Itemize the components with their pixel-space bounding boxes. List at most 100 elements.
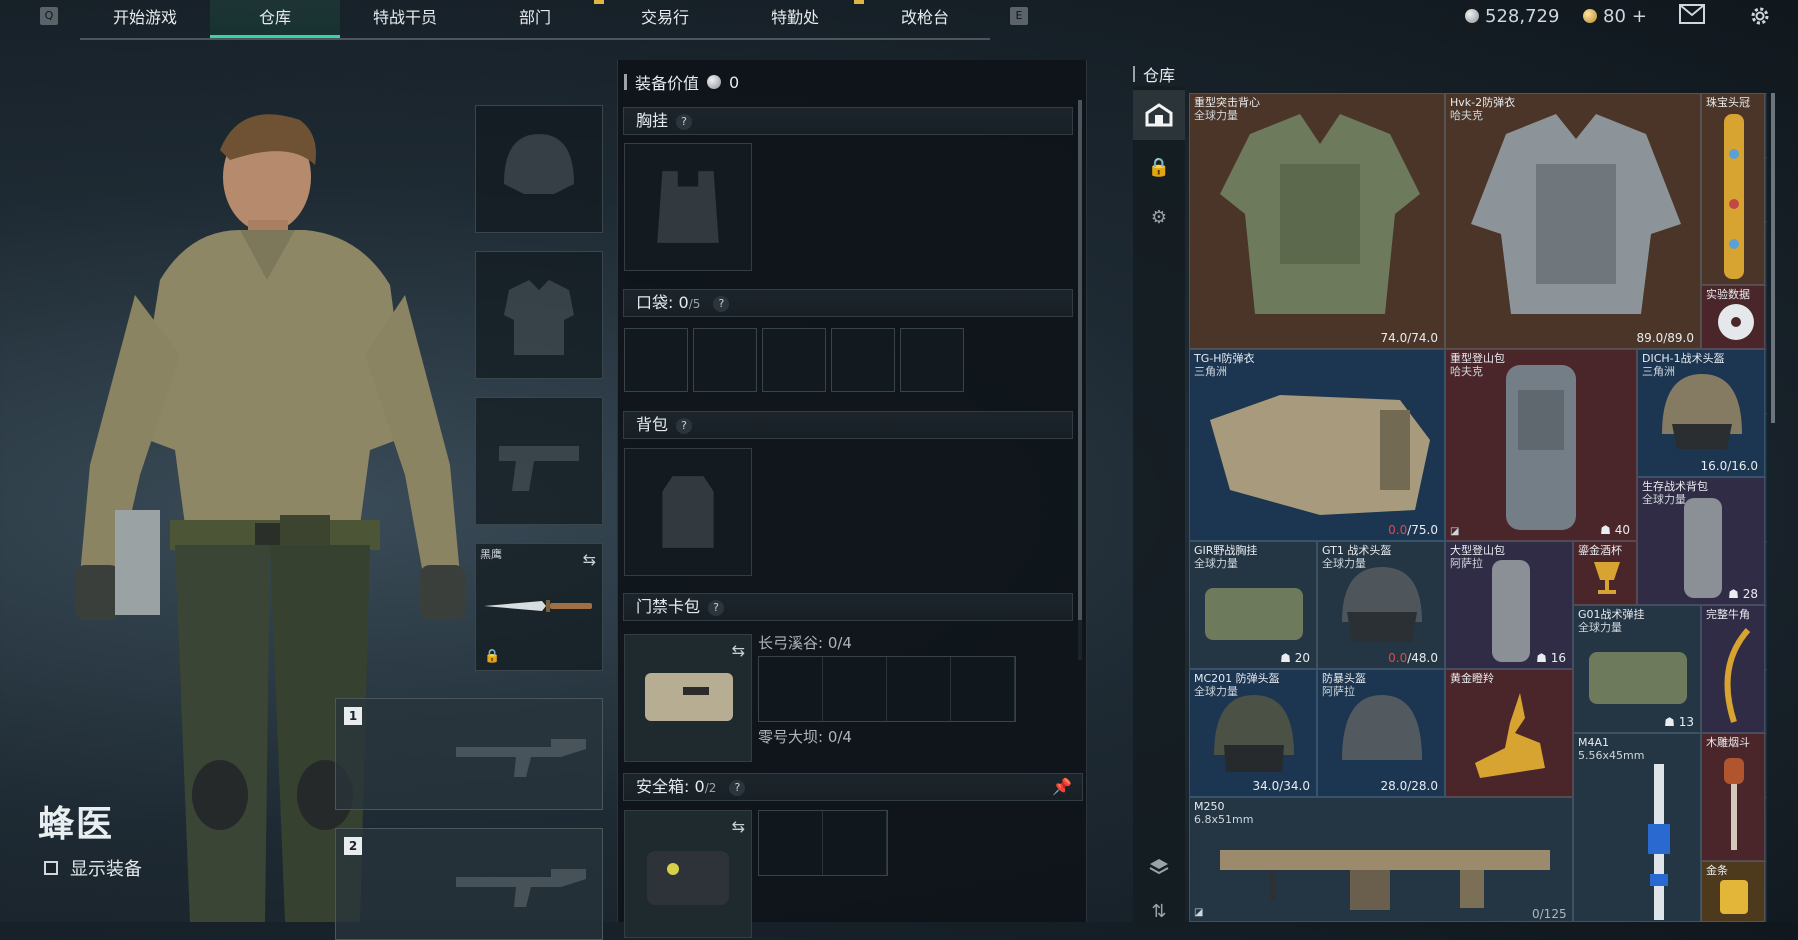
tab-label: 特勤处 [770,8,819,27]
pockets-label: 口袋: [636,293,674,312]
tab-label: 改枪台 [900,8,949,27]
horn-icon [1724,628,1751,723]
stash-item[interactable]: 珠宝头冠 [1701,93,1765,285]
backpack-slot[interactable] [624,448,752,576]
operator-name: 蜂医 [38,804,115,845]
gold-coin-icon [1583,9,1597,23]
pocket-slot[interactable] [900,328,964,392]
stash-item[interactable]: M250 6.8x51mm ◪ [1189,797,1573,922]
stash-item[interactable]: 重型登山包 哈夫克 ◪ ☗ 40 [1445,349,1637,541]
item-name: M4A1 [1578,736,1610,749]
tab-warehouse[interactable]: 仓库 [210,0,340,38]
rifle-placeholder-icon [456,869,586,907]
show-equipment-toggle[interactable]: 显示装备 [44,855,142,881]
settings-gear-icon[interactable] [1747,4,1773,28]
safebox-grid[interactable] [758,810,888,876]
tab-start-game[interactable]: 开始游戏 [80,0,210,38]
loadout-scrollbar[interactable] [1078,100,1082,620]
item-brand: 全球力量 [1194,557,1238,570]
gazelle-statue-icon [1475,693,1545,778]
keycard-case-slot[interactable]: ⇆ [624,634,752,762]
gold-currency[interactable]: 80 + [1583,4,1647,28]
durability: 0.0/48.0 [1388,651,1438,665]
tab-department[interactable]: 部门 [470,0,604,38]
swap-icon[interactable]: ⇆ [583,550,596,569]
melee-slot[interactable]: 黑鹰 ⇆ 🔒 [475,543,603,671]
stash-scrollbar[interactable] [1771,93,1775,423]
help-icon[interactable]: ? [676,417,693,434]
pockets-count: 0 [678,293,689,312]
sort-icon[interactable]: ⇅ [1133,886,1185,936]
stash-item[interactable]: G01战术弹挂 全球力量 ☗ 13 [1573,605,1701,733]
stash-item[interactable]: GIR野战胸挂 全球力量 ☗ 20 [1189,541,1317,669]
primary-weapon-slot[interactable]: 1 [335,698,603,810]
add-gold-button[interactable]: + [1632,6,1647,27]
armor-slot[interactable] [475,251,603,379]
stash-sidebar: 🔒 ⚙ ⇅ [1133,86,1185,922]
sidearm-slot[interactable] [475,397,603,525]
help-icon[interactable]: ? [708,599,725,616]
silver-amount: 528,729 [1485,5,1560,27]
safebox-icon [647,851,729,905]
help-icon[interactable]: ? [729,779,746,796]
pocket-slot[interactable] [693,328,757,392]
item-capacity: ☗ 20 [1280,651,1310,665]
tab-operators[interactable]: 特战干员 [340,0,470,38]
stash-item[interactable]: 生存战术背包 全球力量 ☗ 28 [1637,477,1765,605]
stash-item[interactable]: TG-H防弹衣 三角洲 0.0/75.0 [1189,349,1445,541]
stash-item[interactable]: 金条 [1701,861,1765,922]
tab-special-service[interactable]: 特勤处 [730,0,864,38]
stash-home-icon[interactable] [1133,90,1185,140]
pocket-slot[interactable] [831,328,895,392]
crown-icon [1724,114,1744,279]
tab-label: 部门 [518,8,551,27]
stash-item[interactable]: 实验数据 [1701,285,1765,349]
item-brand: 阿萨拉 [1450,557,1483,570]
item-name: GIR野战胸挂 [1194,544,1258,557]
stash-item[interactable]: 黄金瞪羚 [1445,669,1573,797]
mail-icon[interactable] [1679,4,1705,28]
goblet-icon [1594,562,1620,594]
stash-item[interactable]: GT1 战术头盔 全球力量 0.0/48.0 [1317,541,1445,669]
tab-trading[interactable]: 交易行 [600,0,730,38]
item-brand: 三角洲 [1194,365,1227,378]
help-icon[interactable]: ? [676,113,693,130]
gold-bar-icon [1720,880,1748,914]
item-name: 防暴头盔 [1322,672,1366,685]
next-tab-key-hint: E [1010,7,1028,25]
keycard-grid[interactable] [758,656,1016,722]
item-brand: 全球力量 [1578,621,1622,634]
stash-item[interactable]: 完整牛角 [1701,605,1765,733]
item-name: 鎏金酒杯 [1578,544,1622,557]
stash-item[interactable]: MC201 防弹头盔 全球力量 34.0/34.0 [1189,669,1317,797]
pocket-slot[interactable] [624,328,688,392]
safebox-label: 安全箱: [636,777,690,796]
stash-item[interactable]: 防暴头盔 阿萨拉 28.0/28.0 [1317,669,1445,797]
weapon-slot-number: 1 [344,707,362,725]
swap-icon[interactable]: ⇆ [732,817,745,836]
backpack-placeholder-icon [662,476,714,548]
stash-item[interactable]: 重型突击背心 全球力量 74.0/74.0 [1189,93,1445,349]
pocket-slot[interactable] [762,328,826,392]
help-icon[interactable]: ? [713,295,730,312]
tab-label: 仓库 [258,8,291,27]
tab-gunsmith[interactable]: 改枪台 [860,0,990,38]
stash-item[interactable]: 鎏金酒杯 [1573,541,1637,605]
layers-icon[interactable] [1133,842,1185,892]
helmet-slot[interactable] [475,105,603,233]
checkbox[interactable] [44,861,58,875]
stash-item[interactable]: M4A1 5.56x45mm [1573,733,1701,922]
stash-item[interactable]: 木雕烟斗 [1701,733,1765,861]
secondary-weapon-slot[interactable]: 2 [335,828,603,940]
stash-item[interactable]: Hvk-2防弹衣 哈夫克 89.0/89.0 [1445,93,1701,349]
safebox-slot[interactable]: ⇆ [624,810,752,938]
chest-rig-icon [1589,652,1687,704]
settings-gear-icon[interactable]: ⚙ [1133,192,1185,242]
gold-amount: 80 [1603,5,1626,27]
pin-icon[interactable]: 📌 [1052,774,1072,800]
stash-item[interactable]: 大型登山包 阿萨拉 ☗ 16 [1445,541,1573,669]
stash-item[interactable]: DICH-1战术头盔 三角洲 16.0/16.0 [1637,349,1765,477]
swap-icon[interactable]: ⇆ [732,641,745,660]
chest-rig-slot[interactable] [624,143,752,271]
lock-icon[interactable]: 🔒 [1133,142,1185,192]
